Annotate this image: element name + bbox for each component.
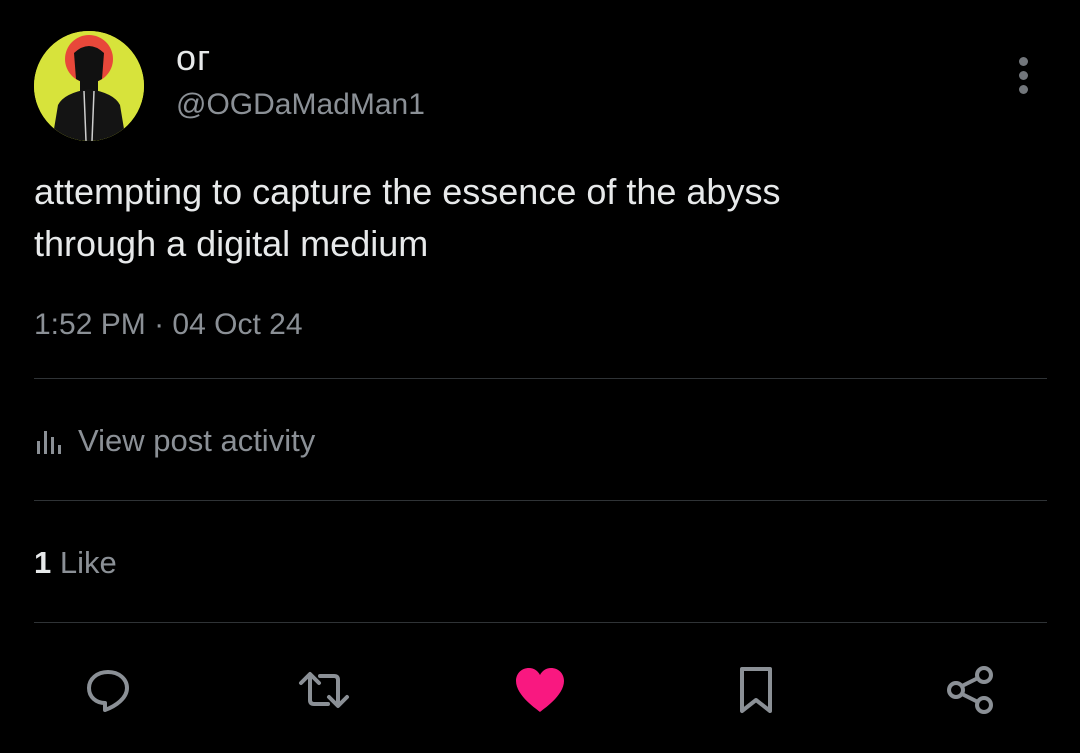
post-text: attempting to capture the essence of the… <box>34 166 1034 270</box>
bookmark-button[interactable] <box>728 662 784 718</box>
heart-icon <box>516 668 564 712</box>
more-dot-icon <box>1019 57 1028 66</box>
timestamp-separator: · <box>154 308 165 341</box>
divider <box>34 622 1047 623</box>
repost-button[interactable] <box>296 662 352 718</box>
analytics-icon <box>37 431 61 454</box>
reply-button[interactable] <box>80 662 136 718</box>
post-text-line: attempting to capture the essence of the… <box>34 171 781 212</box>
likes-label: Like <box>59 545 117 580</box>
share-icon <box>947 666 993 714</box>
divider <box>34 378 1047 379</box>
more-dot-icon <box>1019 85 1028 94</box>
post-text-line: through a digital medium <box>34 223 429 264</box>
view-post-activity-link[interactable]: View post activity <box>34 421 315 461</box>
author-handle[interactable]: @OGDaMadMan1 <box>176 86 425 124</box>
more-dot-icon <box>1019 71 1028 80</box>
avatar-image <box>34 31 144 141</box>
share-button[interactable] <box>942 662 998 718</box>
author-display-name[interactable]: oг <box>176 36 211 80</box>
likes-count-link[interactable]: 1 Like <box>34 543 117 583</box>
author-avatar[interactable] <box>34 31 144 141</box>
post-time: 1:52 PM <box>34 308 146 341</box>
post-date: 04 Oct 24 <box>172 308 303 341</box>
divider <box>34 500 1047 501</box>
like-button[interactable] <box>512 662 568 718</box>
repost-icon <box>299 672 349 708</box>
reply-icon <box>87 670 129 712</box>
likes-count: 1 <box>34 545 52 580</box>
view-post-activity-label: View post activity <box>78 423 316 458</box>
more-options-button[interactable] <box>1004 52 1044 98</box>
post-timestamp[interactable]: 1:52 PM · 04 Oct 24 <box>34 306 303 344</box>
bookmark-icon <box>740 667 772 713</box>
